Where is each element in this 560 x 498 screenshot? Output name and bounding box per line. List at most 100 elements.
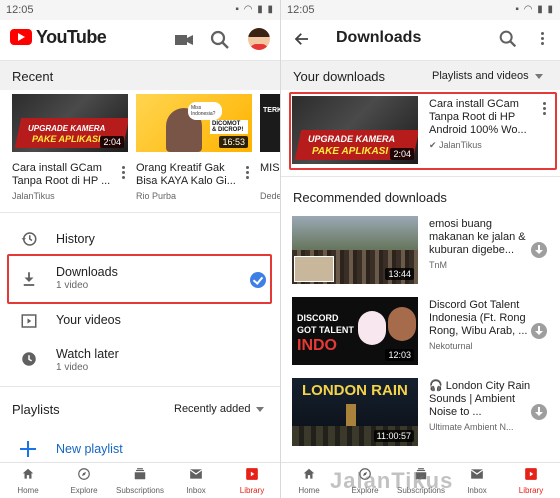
add-icon[interactable] [20,441,36,457]
nav-label: Library [239,486,265,495]
video-thumbnail[interactable]: UPGRADE KAMERA PAKE APLIKASI 2:04 [12,94,128,152]
thumbnail-text: UPGRADE KAMERA [28,124,106,133]
menu-label: Your videos [56,313,121,327]
nav-home[interactable]: Home [281,463,337,498]
divider [281,176,560,177]
filter-label: Playlists and videos [432,70,529,82]
video-thumbnail[interactable]: 13:44 [292,216,418,284]
video-thumbnail[interactable]: LONDON RAIN 11:00:57 [292,378,418,446]
menu-sublabel: 1 video [56,362,89,373]
video-channel: JalanTikus [12,191,55,201]
video-title[interactable]: MIS Tran [260,162,280,175]
status-icons: ▪ ◠ ▮ ▮ [235,4,274,15]
download-icon[interactable] [531,323,547,339]
clock-icon [22,352,36,366]
status-icons: ▪ ◠ ▮ ▮ [515,4,554,15]
downloads-filter-dropdown[interactable]: Playlists and videos [432,70,543,82]
divider [0,386,280,387]
thumbnail-text: PAKE APLIKASI [32,134,101,144]
nav-label: Subscriptions [115,486,165,495]
menu-item-your-videos[interactable]: Your videos [0,302,280,342]
duration-badge: 16:53 [219,136,248,148]
youtube-logo-icon[interactable] [10,29,32,45]
home-icon [303,468,315,479]
library-screen: 12:05 ▪ ◠ ▮ ▮ YouTube Recent UPGRADE KAM… [0,0,280,498]
playlists-title: Playlists [12,402,60,417]
thumbnail-text: DICOMOT & DICROP! [210,120,248,134]
nav-label: Inbox [467,486,487,495]
jalantikus-watermark: JalanTikus [330,468,454,493]
menu-item-watch-later[interactable]: Watch later 1 video [0,340,280,380]
status-time: 12:05 [6,4,34,16]
recent-header: Recent [0,60,280,90]
avatar[interactable] [248,28,270,50]
nav-subscriptions[interactable]: Subscriptions [112,463,168,498]
recommended-video-row[interactable]: DISCORD GOT TALENT INDO 12:03 Discord Go… [281,297,560,367]
downloads-highlight-box [7,254,272,304]
download-icon[interactable] [531,404,547,420]
video-title[interactable]: Cara install GCam Tanpa Root di HP ... [12,162,120,188]
camera-icon[interactable] [172,28,196,52]
nav-explore[interactable]: Explore [56,463,112,498]
playlist-sort-dropdown[interactable]: Recently added [174,403,265,415]
nav-label: Library [518,486,544,495]
nav-label: Home [17,486,39,495]
nav-library[interactable]: Library [224,463,280,498]
menu-label: Watch later [56,347,119,361]
video-thumbnail[interactable]: Miss Indonesia? DICOMOT & DICROP! 16:53 [136,94,252,152]
downloads-screen: 12:05 ▪ ◠ ▮ ▮ Downloads Your downloads P… [281,0,560,498]
youtube-wordmark[interactable]: YouTube [36,27,107,48]
nav-label: Inbox [186,486,206,495]
nav-inbox[interactable]: Inbox [449,463,505,498]
video-title[interactable]: Discord Got Talent Indonesia (Ft. Rong R… [429,299,531,338]
chevron-down-icon [256,406,265,412]
library-icon [525,468,537,480]
video-icon [21,314,37,328]
page-title: Downloads [336,29,422,46]
back-arrow-icon[interactable] [293,30,311,48]
nav-library[interactable]: Library [503,463,559,498]
thumbnail-text: INDO [297,337,337,354]
nav-label: Home [298,486,320,495]
nav-label: Explore [70,486,98,495]
video-thumbnail[interactable]: TERK NEG KEMB [260,94,280,152]
video-channel: Dede [260,191,280,201]
video-title[interactable]: Orang Kreatif Gak Bisa KAYA Kalo Gi... [136,162,244,188]
thumbnail-text: TERK NEG KEMB [263,107,280,114]
duration-badge: 12:03 [385,349,414,361]
search-icon[interactable] [208,28,232,52]
search-icon[interactable] [497,28,519,50]
video-channel: Nekoturnal [429,341,473,351]
nav-home[interactable]: Home [0,463,56,498]
check-icon [250,272,266,288]
your-downloads-header: Your downloads Playlists and videos [281,60,560,90]
more-options-icon[interactable] [539,32,545,46]
menu-label: History [56,232,95,246]
nav-inbox[interactable]: Inbox [168,463,224,498]
new-playlist-button[interactable]: New playlist [56,442,123,456]
more-options-icon[interactable] [120,166,126,180]
subscriptions-icon [134,468,146,480]
history-icon [21,232,37,246]
thumbnail-text: GOT TALENT [297,325,354,335]
thumbnail-text: DISCORD [297,313,339,323]
status-bar: 12:05 ▪ ◠ ▮ ▮ [0,0,280,20]
download-icon[interactable] [531,242,547,258]
app-bar: YouTube [0,20,280,60]
duration-badge: 13:44 [385,268,414,280]
duration-badge: 11:00:57 [373,430,414,442]
thumbnail-text: LONDON RAIN [302,382,408,399]
more-options-icon[interactable] [244,166,250,180]
library-icon [246,468,258,480]
chevron-down-icon [534,73,543,79]
video-channel: Ultimate Ambient N... [429,422,514,432]
video-channel: Rio Purba [136,191,177,201]
video-title[interactable]: emosi buang makanan ke jalan & kuburan d… [429,218,531,257]
video-channel: TnM [429,260,447,270]
recommended-video-row[interactable]: 13:44 emosi buang makanan ke jalan & kub… [281,216,560,286]
status-time: 12:05 [287,4,315,16]
compass-icon [78,468,90,480]
video-title[interactable]: 🎧 London City Rain Sounds | Ambient Nois… [429,380,531,419]
recommended-video-row[interactable]: LONDON RAIN 11:00:57 🎧 London City Rain … [281,378,560,448]
video-thumbnail[interactable]: DISCORD GOT TALENT INDO 12:03 [292,297,418,365]
